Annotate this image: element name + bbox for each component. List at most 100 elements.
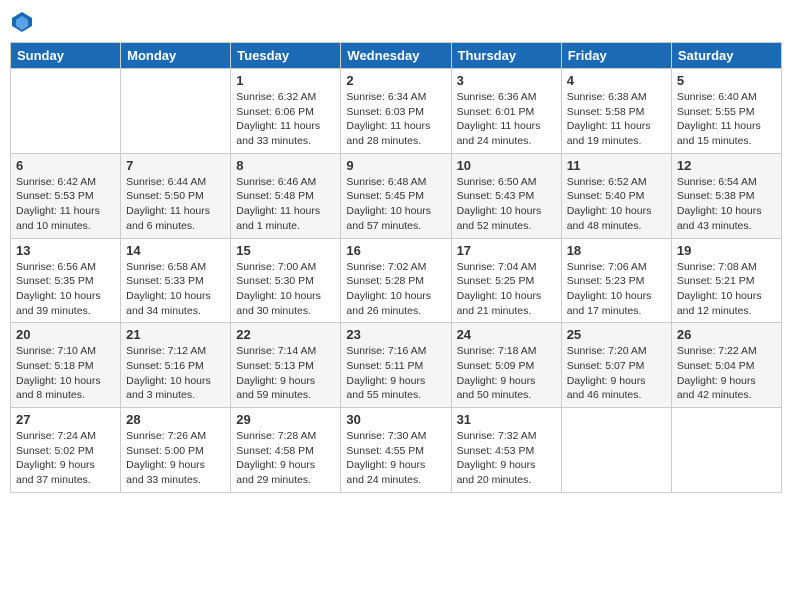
day-of-week-header: Tuesday [231, 43, 341, 69]
day-info: Sunrise: 7:14 AM Sunset: 5:13 PM Dayligh… [236, 344, 335, 403]
day-number: 27 [16, 412, 115, 427]
day-number: 1 [236, 73, 335, 88]
day-info: Sunrise: 7:26 AM Sunset: 5:00 PM Dayligh… [126, 429, 225, 488]
day-number: 8 [236, 158, 335, 173]
day-info: Sunrise: 6:40 AM Sunset: 5:55 PM Dayligh… [677, 90, 776, 149]
day-number: 31 [457, 412, 556, 427]
calendar-cell: 5 Sunrise: 6:40 AM Sunset: 5:55 PM Daylig… [671, 69, 781, 154]
day-info: Sunrise: 6:50 AM Sunset: 5:43 PM Dayligh… [457, 175, 556, 234]
calendar-cell [11, 69, 121, 154]
calendar-cell: 16 Sunrise: 7:02 AM Sunset: 5:28 PM Dayli… [341, 238, 451, 323]
calendar-cell: 31 Sunrise: 7:32 AM Sunset: 4:53 PM Dayli… [451, 408, 561, 493]
day-info: Sunrise: 7:00 AM Sunset: 5:30 PM Dayligh… [236, 260, 335, 319]
day-info: Sunrise: 7:30 AM Sunset: 4:55 PM Dayligh… [346, 429, 445, 488]
day-number: 23 [346, 327, 445, 342]
calendar-cell: 17 Sunrise: 7:04 AM Sunset: 5:25 PM Dayli… [451, 238, 561, 323]
day-of-week-header: Saturday [671, 43, 781, 69]
day-of-week-header: Monday [121, 43, 231, 69]
day-number: 19 [677, 243, 776, 258]
day-info: Sunrise: 6:32 AM Sunset: 6:06 PM Dayligh… [236, 90, 335, 149]
calendar-cell [561, 408, 671, 493]
day-info: Sunrise: 6:54 AM Sunset: 5:38 PM Dayligh… [677, 175, 776, 234]
calendar-cell: 4 Sunrise: 6:38 AM Sunset: 5:58 PM Daylig… [561, 69, 671, 154]
calendar-table: SundayMondayTuesdayWednesdayThursdayFrid… [10, 42, 782, 493]
day-number: 12 [677, 158, 776, 173]
day-number: 7 [126, 158, 225, 173]
day-info: Sunrise: 6:42 AM Sunset: 5:53 PM Dayligh… [16, 175, 115, 234]
day-info: Sunrise: 7:10 AM Sunset: 5:18 PM Dayligh… [16, 344, 115, 403]
day-info: Sunrise: 7:18 AM Sunset: 5:09 PM Dayligh… [457, 344, 556, 403]
day-info: Sunrise: 7:12 AM Sunset: 5:16 PM Dayligh… [126, 344, 225, 403]
calendar-cell: 13 Sunrise: 6:56 AM Sunset: 5:35 PM Dayli… [11, 238, 121, 323]
day-number: 26 [677, 327, 776, 342]
calendar-cell: 12 Sunrise: 6:54 AM Sunset: 5:38 PM Dayli… [671, 153, 781, 238]
calendar-cell: 7 Sunrise: 6:44 AM Sunset: 5:50 PM Daylig… [121, 153, 231, 238]
day-info: Sunrise: 6:46 AM Sunset: 5:48 PM Dayligh… [236, 175, 335, 234]
day-number: 14 [126, 243, 225, 258]
day-number: 3 [457, 73, 556, 88]
calendar-cell: 22 Sunrise: 7:14 AM Sunset: 5:13 PM Dayli… [231, 323, 341, 408]
day-info: Sunrise: 6:48 AM Sunset: 5:45 PM Dayligh… [346, 175, 445, 234]
day-number: 10 [457, 158, 556, 173]
calendar-week-row: 1 Sunrise: 6:32 AM Sunset: 6:06 PM Daylig… [11, 69, 782, 154]
calendar-cell [671, 408, 781, 493]
day-number: 13 [16, 243, 115, 258]
day-number: 16 [346, 243, 445, 258]
day-info: Sunrise: 6:38 AM Sunset: 5:58 PM Dayligh… [567, 90, 666, 149]
day-of-week-header: Friday [561, 43, 671, 69]
day-number: 2 [346, 73, 445, 88]
day-number: 5 [677, 73, 776, 88]
day-number: 9 [346, 158, 445, 173]
day-of-week-header: Sunday [11, 43, 121, 69]
day-info: Sunrise: 6:56 AM Sunset: 5:35 PM Dayligh… [16, 260, 115, 319]
day-info: Sunrise: 7:16 AM Sunset: 5:11 PM Dayligh… [346, 344, 445, 403]
calendar-cell: 19 Sunrise: 7:08 AM Sunset: 5:21 PM Dayli… [671, 238, 781, 323]
calendar-cell: 14Sunrise: 6:58 AM Sunset: 5:33 PM Dayli… [121, 238, 231, 323]
calendar-cell: 1 Sunrise: 6:32 AM Sunset: 6:06 PM Daylig… [231, 69, 341, 154]
day-info: Sunrise: 6:34 AM Sunset: 6:03 PM Dayligh… [346, 90, 445, 149]
day-number: 20 [16, 327, 115, 342]
day-number: 6 [16, 158, 115, 173]
day-info: Sunrise: 7:32 AM Sunset: 4:53 PM Dayligh… [457, 429, 556, 488]
day-info: Sunrise: 7:22 AM Sunset: 5:04 PM Dayligh… [677, 344, 776, 403]
day-info: Sunrise: 6:36 AM Sunset: 6:01 PM Dayligh… [457, 90, 556, 149]
calendar-cell: 9 Sunrise: 6:48 AM Sunset: 5:45 PM Daylig… [341, 153, 451, 238]
day-number: 18 [567, 243, 666, 258]
logo [10, 10, 38, 34]
day-info: Sunrise: 7:08 AM Sunset: 5:21 PM Dayligh… [677, 260, 776, 319]
day-info: Sunrise: 6:52 AM Sunset: 5:40 PM Dayligh… [567, 175, 666, 234]
calendar-cell: 11 Sunrise: 6:52 AM Sunset: 5:40 PM Dayli… [561, 153, 671, 238]
day-number: 22 [236, 327, 335, 342]
day-info: Sunrise: 7:06 AM Sunset: 5:23 PM Dayligh… [567, 260, 666, 319]
calendar-cell: 21 Sunrise: 7:12 AM Sunset: 5:16 PM Dayli… [121, 323, 231, 408]
day-number: 11 [567, 158, 666, 173]
calendar-cell: 28Sunrise: 7:26 AM Sunset: 5:00 PM Dayli… [121, 408, 231, 493]
day-info: Sunrise: 7:02 AM Sunset: 5:28 PM Dayligh… [346, 260, 445, 319]
day-number: 15 [236, 243, 335, 258]
calendar-cell: 25Sunrise: 7:20 AM Sunset: 5:07 PM Dayli… [561, 323, 671, 408]
day-of-week-header: Thursday [451, 43, 561, 69]
day-info: Sunrise: 6:44 AM Sunset: 5:50 PM Dayligh… [126, 175, 225, 234]
calendar-cell: 27Sunrise: 7:24 AM Sunset: 5:02 PM Dayli… [11, 408, 121, 493]
calendar-cell: 29 Sunrise: 7:28 AM Sunset: 4:58 PM Dayli… [231, 408, 341, 493]
calendar-week-row: 27Sunrise: 7:24 AM Sunset: 5:02 PM Dayli… [11, 408, 782, 493]
day-info: Sunrise: 7:04 AM Sunset: 5:25 PM Dayligh… [457, 260, 556, 319]
calendar-week-row: 13 Sunrise: 6:56 AM Sunset: 5:35 PM Dayli… [11, 238, 782, 323]
calendar-week-row: 20 Sunrise: 7:10 AM Sunset: 5:18 PM Dayli… [11, 323, 782, 408]
day-number: 17 [457, 243, 556, 258]
calendar-header-row: SundayMondayTuesdayWednesdayThursdayFrid… [11, 43, 782, 69]
calendar-cell: 6 Sunrise: 6:42 AM Sunset: 5:53 PM Daylig… [11, 153, 121, 238]
day-info: Sunrise: 7:28 AM Sunset: 4:58 PM Dayligh… [236, 429, 335, 488]
calendar-cell: 3 Sunrise: 6:36 AM Sunset: 6:01 PM Daylig… [451, 69, 561, 154]
day-number: 21 [126, 327, 225, 342]
day-number: 4 [567, 73, 666, 88]
calendar-cell [121, 69, 231, 154]
calendar-week-row: 6 Sunrise: 6:42 AM Sunset: 5:53 PM Daylig… [11, 153, 782, 238]
calendar-cell: 23 Sunrise: 7:16 AM Sunset: 5:11 PM Dayli… [341, 323, 451, 408]
day-of-week-header: Wednesday [341, 43, 451, 69]
day-number: 29 [236, 412, 335, 427]
calendar-cell: 8 Sunrise: 6:46 AM Sunset: 5:48 PM Daylig… [231, 153, 341, 238]
day-number: 30 [346, 412, 445, 427]
calendar-cell: 2 Sunrise: 6:34 AM Sunset: 6:03 PM Daylig… [341, 69, 451, 154]
page-header [10, 10, 782, 34]
